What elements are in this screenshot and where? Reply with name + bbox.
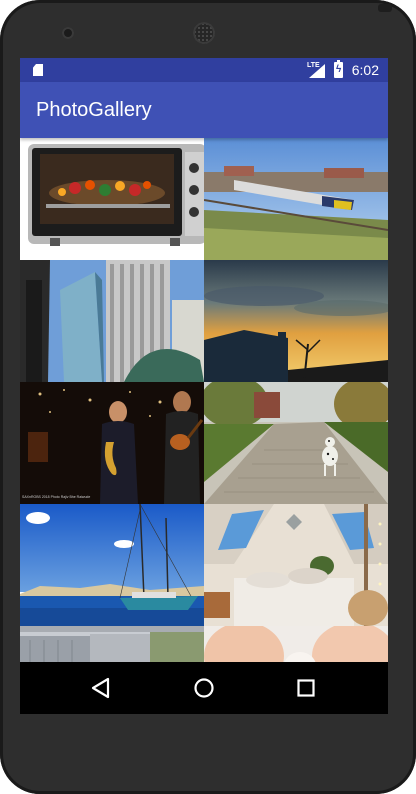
signal-icon <box>309 64 325 78</box>
photo-thumbnail-dalmatian[interactable] <box>204 382 388 504</box>
recents-icon[interactable] <box>282 672 330 704</box>
photo-thumbnail-security-camera[interactable] <box>20 626 204 662</box>
photo-caption: SAXnROBS 2018 Photo Rajiv Bhe Raiwude <box>22 495 90 499</box>
phone-frame: LTE ϟ 6:02 PhotoGallery SAXnROBS 2018 Ph… <box>0 0 416 794</box>
status-bar: LTE ϟ 6:02 <box>20 58 388 82</box>
battery-charging-icon: ϟ <box>334 60 343 78</box>
photo-thumbnail-sailing-ship[interactable] <box>20 504 204 626</box>
power-button <box>378 4 392 12</box>
app-bar: PhotoGallery <box>20 82 388 138</box>
status-clock: 6:02 <box>351 62 379 78</box>
earpiece-speaker <box>193 22 215 44</box>
photo-thumbnail-skin-closeup[interactable] <box>204 626 388 662</box>
app-title: PhotoGallery <box>36 99 152 121</box>
photo-thumbnail-jazz-musicians[interactable]: SAXnROBS 2018 Photo Rajiv Bhe Raiwude <box>20 382 204 504</box>
photo-thumbnail-bedroom[interactable] <box>204 504 388 626</box>
photo-thumbnail-sunset[interactable] <box>204 260 388 382</box>
photo-grid[interactable]: SAXnROBS 2018 Photo Rajiv Bhe Raiwude <box>20 138 388 662</box>
home-icon[interactable] <box>180 672 228 704</box>
photo-thumbnail-train[interactable] <box>204 138 388 260</box>
back-icon[interactable] <box>77 672 125 704</box>
navigation-bar <box>20 662 388 714</box>
sd-card-icon <box>33 64 43 76</box>
photo-thumbnail-toaster-oven[interactable] <box>20 138 204 260</box>
front-camera <box>62 27 74 39</box>
photo-thumbnail-skyscrapers[interactable] <box>20 260 204 382</box>
device-screen: LTE ϟ 6:02 PhotoGallery SAXnROBS 2018 Ph… <box>20 58 388 714</box>
